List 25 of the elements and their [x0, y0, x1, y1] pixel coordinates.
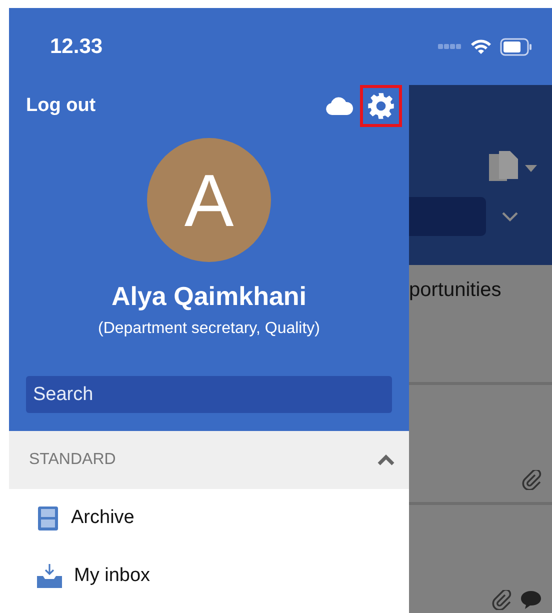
paperclip-icon — [522, 470, 542, 490]
chevron-icon — [377, 454, 395, 466]
menu-item[interactable]: Archive — [9, 489, 409, 547]
menu-item[interactable]: My inbox — [9, 547, 409, 605]
wifi-icon — [470, 38, 492, 54]
section-title: STANDARD — [29, 451, 116, 469]
settings-button[interactable] — [360, 85, 402, 127]
avatar: A — [147, 138, 271, 262]
filter-field[interactable] — [409, 197, 486, 236]
speech-bubble-icon — [520, 590, 542, 610]
status-time: 12.33 — [50, 34, 103, 58]
user-role: (Department secretary, Quality) — [98, 320, 320, 338]
row-title: portunities — [409, 279, 502, 302]
section-header[interactable]: STANDARD — [9, 431, 409, 489]
user-name: Alya Qaimkhani — [111, 281, 307, 312]
paperclip-icon — [492, 590, 512, 610]
settings-icon — [367, 92, 395, 120]
chevron-down-icon[interactable] — [501, 210, 519, 222]
logout-button[interactable]: Log out — [26, 95, 96, 117]
signal-icon — [438, 44, 462, 50]
inbox-icon — [37, 564, 62, 588]
search-field[interactable]: Search — [26, 376, 392, 413]
cabinet-icon — [37, 506, 59, 530]
battery-icon — [500, 38, 532, 56]
cloud-icon[interactable] — [326, 97, 353, 115]
